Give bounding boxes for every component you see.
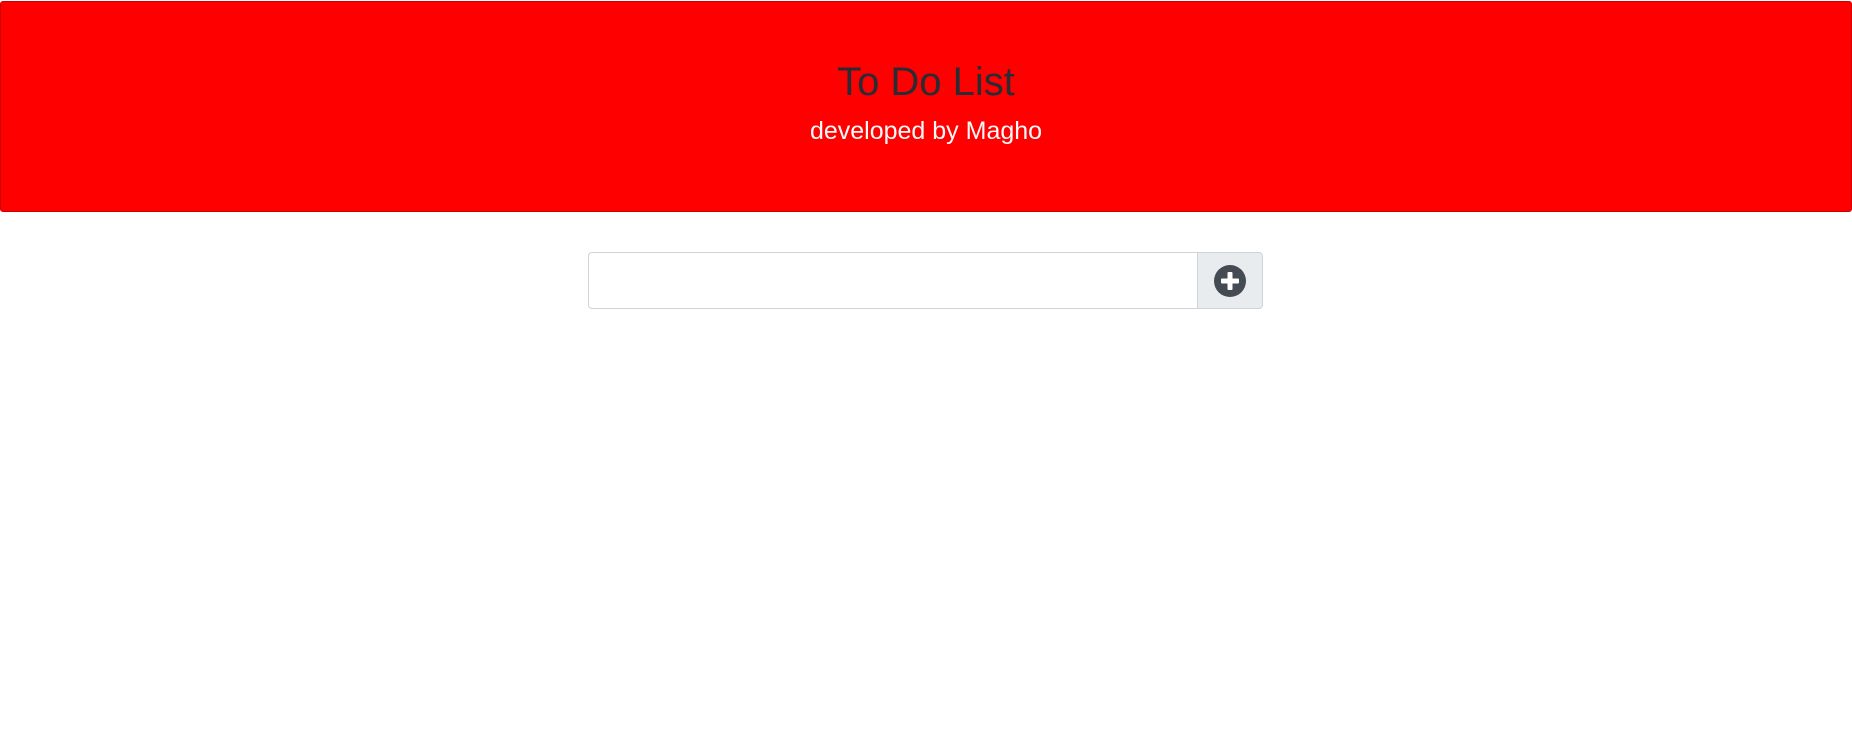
plus-circle-icon <box>1214 264 1246 297</box>
page-header: To Do List developed by Magho <box>0 1 1852 212</box>
todo-input[interactable] <box>588 252 1197 309</box>
page-title: To Do List <box>837 60 1015 104</box>
add-todo-button[interactable] <box>1197 252 1263 309</box>
todo-input-group <box>588 252 1263 309</box>
page-subtitle: developed by Magho <box>809 117 1043 145</box>
